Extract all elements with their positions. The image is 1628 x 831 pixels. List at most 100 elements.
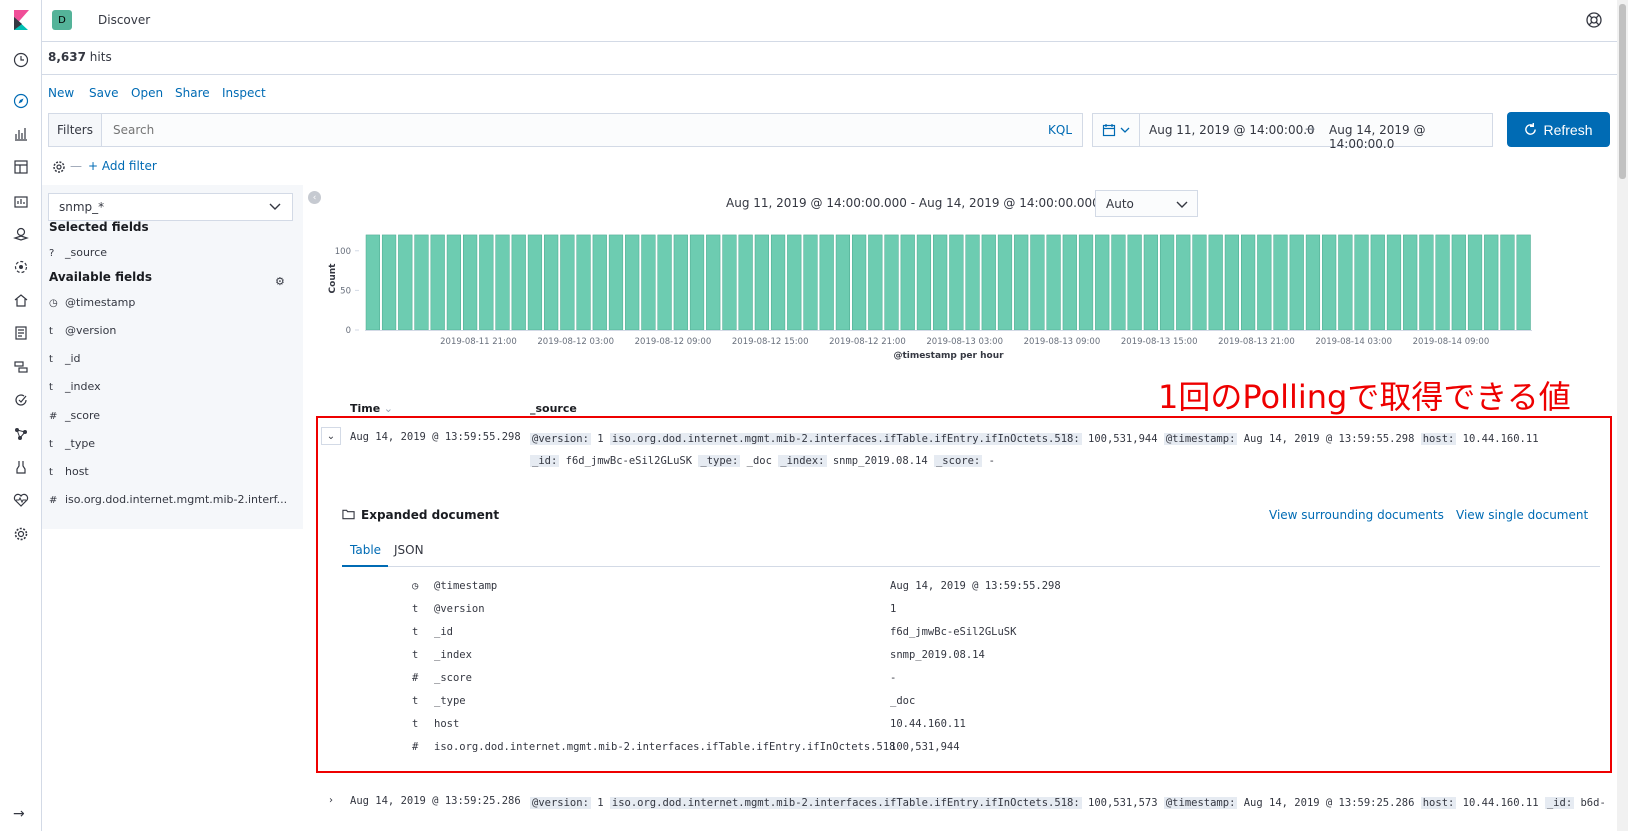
collapse-sidebar-button[interactable]: ‹ [308, 191, 321, 204]
recent-clock-icon[interactable] [11, 50, 31, 70]
histogram-bar[interactable] [1078, 234, 1094, 331]
menu-inspect[interactable]: Inspect [222, 86, 266, 100]
row-expand-toggle[interactable]: › [321, 791, 341, 809]
date-start[interactable]: Aug 11, 2019 @ 14:00:00.0 [1149, 123, 1315, 137]
histogram-bar[interactable] [1305, 234, 1321, 331]
kql-toggle[interactable]: KQL [1048, 123, 1072, 137]
histogram-bar[interactable] [446, 234, 461, 331]
field-item[interactable]: # _score [49, 409, 100, 422]
kibana-logo[interactable] [11, 10, 31, 30]
histogram-bar[interactable] [365, 234, 380, 331]
menu-share[interactable]: Share [175, 86, 210, 100]
field-item[interactable]: t host [49, 465, 89, 478]
histogram-bar[interactable] [933, 234, 948, 331]
histogram-bar[interactable] [1289, 234, 1304, 331]
histogram-bar[interactable] [1338, 234, 1353, 331]
interval-select[interactable]: Auto [1095, 190, 1198, 217]
histogram-bar[interactable] [1500, 234, 1515, 331]
view-single-link[interactable]: View single document [1456, 508, 1588, 522]
histogram-bar[interactable] [738, 234, 753, 331]
histogram-bar[interactable] [884, 234, 899, 331]
search-input[interactable] [103, 114, 1003, 146]
refresh-button[interactable]: Refresh [1507, 112, 1610, 147]
field-item[interactable]: ◷ @timestamp [49, 296, 135, 309]
menu-open[interactable]: Open [131, 86, 163, 100]
histogram-bar[interactable] [835, 234, 850, 331]
histogram-bar[interactable] [479, 234, 494, 331]
canvas-icon[interactable] [11, 191, 31, 211]
dashboard-icon[interactable] [11, 157, 31, 177]
histogram-bar[interactable] [495, 234, 510, 331]
histogram-bar[interactable] [868, 234, 883, 331]
field-item[interactable]: # iso.org.dod.internet.mgmt.mib-2.interf.… [49, 493, 287, 506]
space-avatar[interactable]: D [52, 10, 72, 30]
apm-icon[interactable] [11, 357, 31, 377]
histogram-bar[interactable] [1143, 234, 1158, 331]
column-header-time[interactable]: Time ⌄ [350, 402, 393, 415]
discover-compass-icon[interactable] [11, 91, 31, 111]
add-filter-link[interactable]: + Add filter [88, 159, 157, 173]
histogram-bar[interactable] [1516, 234, 1531, 331]
histogram-bar[interactable] [1484, 234, 1499, 331]
date-end[interactable]: Aug 14, 2019 @ 14:00:00.0 [1329, 123, 1492, 151]
histogram-bar[interactable] [706, 234, 721, 331]
menu-new[interactable]: New [48, 86, 74, 100]
field-item[interactable]: t _index [49, 380, 101, 393]
maps-icon[interactable] [11, 224, 31, 244]
histogram-bar[interactable] [430, 234, 445, 331]
histogram-bar[interactable] [560, 234, 575, 331]
histogram-bar[interactable] [1322, 234, 1337, 331]
histogram-bar[interactable] [965, 234, 980, 331]
expand-nav-arrow-icon[interactable]: → [13, 806, 25, 822]
histogram-bar[interactable] [463, 234, 478, 331]
monitoring-heartbeat-icon[interactable] [11, 490, 31, 510]
histogram-bar[interactable] [1111, 234, 1126, 331]
menu-save[interactable]: Save [89, 86, 118, 100]
histogram-bar[interactable] [803, 234, 818, 331]
histogram-bar[interactable] [1354, 234, 1369, 331]
histogram-bar[interactable] [1403, 234, 1418, 331]
histogram-bar[interactable] [1370, 234, 1385, 331]
tab-json[interactable]: JSON [394, 543, 424, 557]
histogram-bar[interactable] [1208, 234, 1223, 331]
histogram-bar[interactable] [1451, 234, 1466, 331]
available-fields-gear-icon[interactable]: ⚙ [275, 275, 285, 288]
histogram-bar[interactable] [754, 234, 769, 331]
filter-gear-icon[interactable] [52, 160, 66, 174]
histogram-bar[interactable] [592, 234, 607, 331]
field-item[interactable]: t _type [49, 437, 95, 450]
histogram-bar[interactable] [770, 234, 786, 331]
histogram-bar[interactable] [949, 234, 964, 331]
logs-icon[interactable] [11, 323, 31, 343]
visualize-icon[interactable] [11, 124, 31, 144]
histogram-bar[interactable] [1062, 234, 1077, 331]
histogram-bar[interactable] [641, 234, 656, 331]
dev-tools-icon[interactable] [11, 457, 31, 477]
histogram-bar[interactable] [722, 234, 737, 331]
histogram-bar[interactable] [544, 234, 559, 331]
histogram-bar[interactable] [1176, 234, 1191, 331]
histogram-bar[interactable] [1386, 234, 1402, 331]
view-surrounding-link[interactable]: View surrounding documents [1269, 508, 1444, 522]
histogram-bar[interactable] [1127, 234, 1142, 331]
histogram-bar[interactable] [657, 234, 672, 331]
histogram-bar[interactable] [1014, 234, 1029, 331]
index-pattern-select[interactable]: snmp_* [48, 193, 293, 221]
histogram-bar[interactable] [1046, 234, 1061, 331]
histogram-bar[interactable] [414, 234, 429, 331]
graph-icon[interactable] [11, 424, 31, 444]
histogram-bar[interactable] [527, 234, 543, 331]
histogram-bar[interactable] [997, 234, 1013, 331]
histogram-bar[interactable] [1095, 234, 1110, 331]
histogram-bar[interactable] [511, 234, 526, 331]
histogram-bar[interactable] [1241, 234, 1256, 331]
histogram-bar[interactable] [1419, 234, 1434, 331]
filters-button[interactable]: Filters [49, 114, 102, 146]
histogram-bar[interactable] [819, 234, 834, 331]
histogram-bar[interactable] [576, 234, 591, 331]
histogram-bar[interactable] [1467, 234, 1483, 331]
histogram-bar[interactable] [852, 234, 867, 331]
calendar-quick-menu[interactable] [1093, 114, 1140, 146]
histogram-bar[interactable] [1159, 234, 1175, 331]
histogram-bar[interactable] [787, 234, 802, 331]
